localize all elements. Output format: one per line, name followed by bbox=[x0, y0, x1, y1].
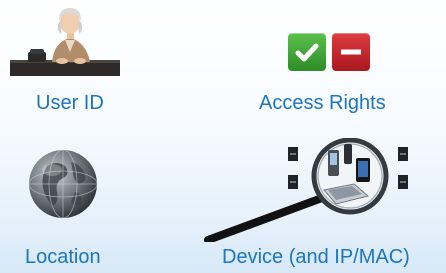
magnifier-devices-icon bbox=[204, 138, 408, 242]
access-rights-label: Access Rights bbox=[259, 92, 386, 114]
person-at-desk-icon bbox=[10, 8, 120, 76]
device-label: Device (and IP/MAC) bbox=[222, 246, 410, 268]
deny-minus-icon bbox=[332, 33, 370, 71]
access-rights-tile bbox=[288, 33, 371, 73]
user-id-label: User ID bbox=[36, 92, 104, 114]
location-tile bbox=[27, 148, 99, 220]
allow-check-icon bbox=[288, 33, 326, 71]
globe-icon bbox=[28, 149, 98, 219]
user-id-tile bbox=[10, 4, 120, 78]
device-tile bbox=[204, 138, 414, 242]
location-label: Location bbox=[25, 246, 101, 268]
